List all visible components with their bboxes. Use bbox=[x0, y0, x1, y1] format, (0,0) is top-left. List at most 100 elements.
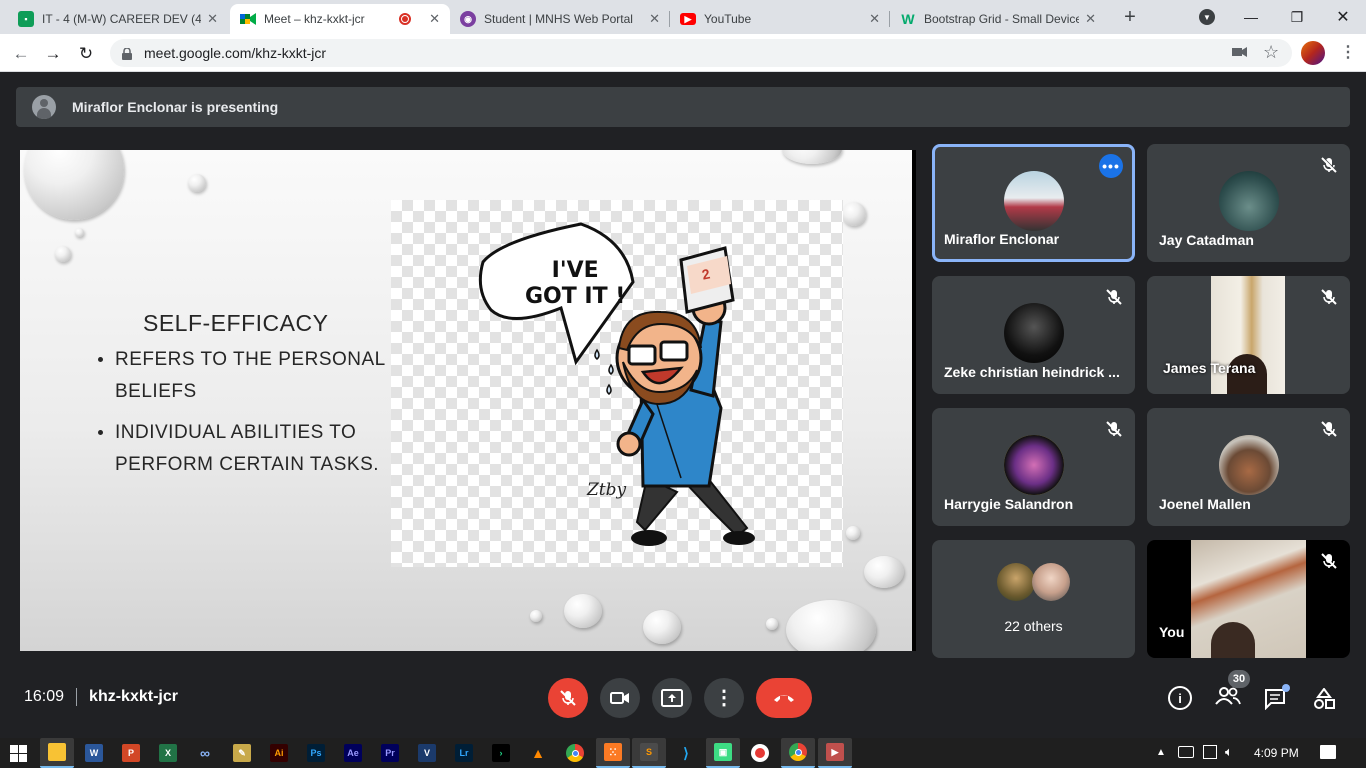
camera-permission-icon[interactable] bbox=[1232, 45, 1248, 61]
url-text: meet.google.com/khz-kxkt-jcr bbox=[144, 45, 327, 61]
present-screen-icon bbox=[661, 689, 683, 707]
taskbar-illustrator[interactable]: Ai bbox=[267, 741, 291, 765]
taskbar-video[interactable]: ▶ bbox=[818, 738, 852, 768]
taskbar-lightroom[interactable]: Lr bbox=[452, 741, 476, 765]
participant-tile-james[interactable]: James Terana bbox=[1147, 276, 1350, 394]
activities-button[interactable] bbox=[1313, 687, 1335, 710]
presenter-avatar bbox=[32, 95, 56, 119]
avatar bbox=[1003, 303, 1064, 363]
taskbar-chrome[interactable] bbox=[563, 741, 587, 765]
tab-mnhs-portal[interactable]: ◉ Student | MNHS Web Portal ✕ bbox=[450, 4, 670, 34]
present-screen-button[interactable] bbox=[652, 678, 692, 718]
participant-tile-joenel[interactable]: Joenel Mallen bbox=[1147, 408, 1350, 526]
presenting-banner: Miraflor Enclonar is presenting bbox=[16, 87, 1350, 127]
close-tab-icon[interactable]: ✕ bbox=[1085, 11, 1096, 27]
new-tab-button[interactable]: + bbox=[1118, 4, 1142, 30]
reload-icon[interactable]: ↻ bbox=[75, 43, 97, 65]
network-icon[interactable] bbox=[1203, 745, 1217, 759]
mic-off-icon bbox=[560, 690, 576, 706]
leave-call-button[interactable] bbox=[756, 678, 812, 718]
tab-youtube[interactable]: ▶ YouTube ✕ bbox=[670, 4, 890, 34]
close-tab-icon[interactable]: ✕ bbox=[207, 11, 218, 27]
people-button[interactable]: 30 bbox=[1215, 670, 1250, 710]
restore-icon[interactable]: ❐ bbox=[1274, 0, 1320, 34]
close-window-icon[interactable]: ✕ bbox=[1320, 0, 1366, 34]
windows-taskbar: W P X ∞ ✎ Ai Ps Ae Pr V Lr › ▲ ⵘ S ⟩ ▣ ▶… bbox=[0, 738, 1366, 768]
taskbar-photoshop[interactable]: Ps bbox=[304, 741, 328, 765]
participant-video bbox=[1211, 276, 1285, 394]
slide-letterbox bbox=[912, 150, 916, 651]
windows-start-icon[interactable] bbox=[10, 745, 27, 762]
tab-search-icon[interactable]: ▼ bbox=[1199, 9, 1215, 25]
participant-tile-miraflor[interactable]: ••• Miraflor Enclonar bbox=[932, 144, 1135, 262]
tab-classroom[interactable]: ▪ IT - 4 (M-W) CAREER DEV (4C ✕ bbox=[8, 4, 228, 34]
slide-bullet-2-line-1: INDIVIDUAL ABILITIES TO bbox=[115, 422, 357, 443]
participant-tile-harrygie[interactable]: Harrygie Salandron bbox=[932, 408, 1135, 526]
artist-signature: Ztby bbox=[587, 480, 627, 500]
camera-toggle-button[interactable] bbox=[600, 678, 640, 718]
close-tab-icon[interactable]: ✕ bbox=[869, 11, 880, 27]
taskbar-after-effects[interactable]: Ae bbox=[341, 741, 365, 765]
taskbar-sublime[interactable]: S bbox=[632, 738, 666, 768]
address-bar[interactable]: meet.google.com/khz-kxkt-jcr bbox=[110, 39, 1292, 67]
profile-avatar[interactable] bbox=[1301, 41, 1325, 65]
bullet-dot bbox=[98, 430, 103, 435]
bookmark-star-icon[interactable]: ☆ bbox=[1263, 42, 1279, 63]
taskbar-vscode[interactable]: ⟩ bbox=[674, 741, 698, 765]
more-options-button[interactable]: ⋮ bbox=[704, 678, 744, 718]
participant-tile-jay[interactable]: Jay Catadman bbox=[1147, 144, 1350, 262]
participant-tile-others[interactable]: 22 others bbox=[932, 540, 1135, 658]
action-center-icon[interactable] bbox=[1320, 745, 1336, 759]
water-drop-decoration bbox=[864, 556, 904, 588]
browser-menu-icon[interactable]: ⋮ bbox=[1340, 42, 1356, 62]
volume-icon[interactable]: 🔈︎ bbox=[1225, 744, 1233, 760]
activities-icon bbox=[1314, 687, 1335, 709]
microphone-toggle-button[interactable] bbox=[548, 678, 588, 718]
taskbar-word[interactable]: W bbox=[82, 741, 106, 765]
forward-icon[interactable]: → bbox=[42, 43, 64, 65]
water-drop-decoration bbox=[75, 228, 84, 237]
avatar bbox=[1218, 435, 1279, 495]
water-drop-decoration bbox=[188, 174, 206, 192]
participant-tile-zeke[interactable]: Zeke christian heindrick ... bbox=[932, 276, 1135, 394]
more-options-icon[interactable]: ••• bbox=[1099, 154, 1123, 178]
people-count-badge: 30 bbox=[1228, 670, 1250, 688]
taskbar-pycharm[interactable]: › bbox=[489, 741, 513, 765]
taskbar-paint[interactable]: ✎ bbox=[230, 741, 254, 765]
school-seal-icon: ◉ bbox=[460, 11, 476, 27]
minimize-icon[interactable]: — bbox=[1228, 0, 1274, 34]
back-icon[interactable]: ← bbox=[10, 43, 32, 65]
taskbar-file-explorer[interactable] bbox=[40, 738, 74, 768]
taskbar-premiere[interactable]: Pr bbox=[378, 741, 402, 765]
chat-button[interactable] bbox=[1264, 684, 1290, 711]
file-explorer-icon bbox=[48, 743, 66, 761]
camera-icon bbox=[610, 692, 629, 704]
hang-up-icon bbox=[774, 695, 794, 702]
water-drop-decoration bbox=[842, 202, 866, 226]
taskbar-xampp[interactable]: ⵘ bbox=[596, 738, 630, 768]
xampp-icon: ⵘ bbox=[604, 743, 622, 761]
meeting-info-icon[interactable]: i bbox=[1168, 686, 1192, 710]
browser-toolbar: ← → ↻ meet.google.com/khz-kxkt-jcr ☆ ⋮ bbox=[0, 34, 1366, 72]
photoshop-icon: Ps bbox=[307, 744, 325, 762]
taskbar-vlc[interactable]: ▲ bbox=[526, 741, 550, 765]
avatar bbox=[997, 563, 1035, 601]
taskbar-clock[interactable]: 4:09 PM bbox=[1254, 746, 1299, 760]
tray-expand-icon[interactable]: ▲ bbox=[1156, 747, 1166, 758]
battery-icon[interactable] bbox=[1178, 746, 1194, 758]
taskbar-link[interactable]: ∞ bbox=[193, 741, 217, 765]
close-tab-icon[interactable]: ✕ bbox=[649, 11, 660, 27]
taskbar-chrome-active[interactable] bbox=[781, 738, 815, 768]
taskbar-visio[interactable]: V bbox=[415, 741, 439, 765]
taskbar-powerpoint[interactable]: P bbox=[119, 741, 143, 765]
participant-tile-you[interactable]: You bbox=[1147, 540, 1350, 658]
after-effects-icon: Ae bbox=[344, 744, 362, 762]
taskbar-excel[interactable]: X bbox=[156, 741, 180, 765]
paint-icon: ✎ bbox=[233, 744, 251, 762]
close-tab-icon[interactable]: ✕ bbox=[429, 11, 440, 27]
tab-w3schools[interactable]: W Bootstrap Grid - Small Device ✕ bbox=[890, 4, 1106, 34]
taskbar-record[interactable] bbox=[748, 741, 772, 765]
pycharm-icon: › bbox=[492, 744, 510, 762]
taskbar-android[interactable]: ▣ bbox=[706, 738, 740, 768]
tab-meet[interactable]: Meet – khz-kxkt-jcr ✕ bbox=[230, 4, 450, 34]
